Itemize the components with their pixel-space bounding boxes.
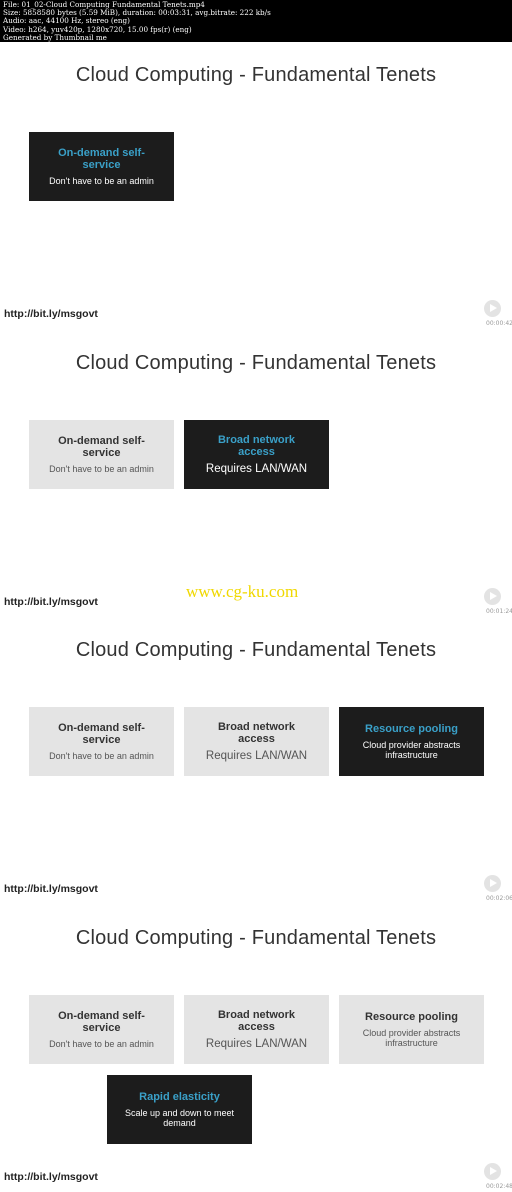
tenet-heading: Resource pooling [365, 1010, 458, 1023]
tenet-heading: On-demand self-service [58, 147, 145, 171]
tenet-heading: On-demand self-service [58, 722, 145, 746]
timestamp: 00:02:06 [486, 895, 512, 902]
url-link[interactable]: http://bit.ly/msgovt [4, 883, 98, 895]
timestamp: 00:01:24 [486, 607, 512, 615]
tenet-description: Don't have to be an admin [49, 751, 154, 761]
tenet-card: Resource pooling Cloud provider abstract… [339, 994, 484, 1064]
tenet-description: Cloud provider abstracts infrastructure [362, 740, 461, 760]
tenet-card: Resource pooling Cloud provider abstract… [339, 707, 484, 776]
play-icon [484, 587, 501, 605]
tenet-heading: On-demand self-service [58, 434, 145, 459]
tenet-heading: Broad network access [217, 433, 295, 458]
tenet-card: On-demand self-service Don't have to be … [29, 132, 174, 201]
slide-title: Cloud Computing - Fundamental Tenets [75, 926, 437, 949]
tenet-description: Requires LAN/WAN [205, 750, 308, 762]
video-thumbnail-frame: Cloud Computing - Fundamental Tenets On-… [0, 617, 512, 905]
tenet-heading: Broad network access [217, 1008, 295, 1033]
slide-title: Cloud Computing - Fundamental Tenets [75, 639, 437, 661]
timestamp: 00:00:42 [486, 320, 512, 327]
slide-title: Cloud Computing - Fundamental Tenets [75, 351, 437, 374]
tenet-description: Don't have to be an admin [49, 1038, 154, 1049]
video-thumbnail-frame: Cloud Computing - Fundamental Tenets On-… [0, 904, 512, 1192]
timestamp: 00:02:48 [486, 1182, 512, 1190]
tenet-description: Cloud provider abstracts infrastructure [362, 1027, 461, 1048]
tenet-card: On-demand self-service Don't have to be … [29, 707, 174, 776]
play-icon [484, 300, 501, 317]
video-thumbnail-frame: Cloud Computing - Fundamental Tenets On-… [0, 42, 512, 330]
tenet-card: On-demand self-service Don't have to be … [29, 419, 174, 489]
tenet-heading: Resource pooling [365, 723, 458, 735]
tenet-description: Requires LAN/WAN [205, 462, 308, 475]
generator-line: Generated by Thumbnail me [3, 32, 107, 42]
tenet-card: Broad network access Requires LAN/WAN [184, 707, 329, 776]
tenet-description: Requires LAN/WAN [205, 1037, 308, 1050]
tenet-heading: Rapid elasticity [139, 1090, 220, 1103]
tenet-heading: On-demand self-service [58, 1009, 145, 1034]
tenet-card: On-demand self-service Don't have to be … [29, 994, 174, 1064]
tenet-card: Broad network access Requires LAN/WAN [184, 419, 329, 489]
play-icon [484, 1162, 501, 1180]
tenet-card: Rapid elasticity Scale up and down to me… [107, 1074, 252, 1144]
tenet-description: Scale up and down to meet demand [124, 1107, 235, 1128]
watermark: www.cg-ku.com [186, 582, 299, 601]
url-link[interactable]: http://bit.ly/msgovt [4, 308, 98, 320]
url-link[interactable]: http://bit.ly/msgovt [4, 596, 98, 608]
tenet-description: Don't have to be an admin [49, 176, 154, 186]
play-icon [484, 875, 501, 892]
file-info-header: File: 01_02-Cloud Computing Fundamental … [0, 0, 512, 42]
tenet-heading: Broad network access [217, 721, 295, 745]
video-thumbnail-frame: Cloud Computing - Fundamental Tenets On-… [0, 329, 512, 617]
url-link[interactable]: http://bit.ly/msgovt [4, 1171, 98, 1183]
slide-title: Cloud Computing - Fundamental Tenets [75, 64, 437, 86]
tenet-card: Broad network access Requires LAN/WAN [184, 994, 329, 1064]
tenet-description: Don't have to be an admin [49, 463, 154, 474]
